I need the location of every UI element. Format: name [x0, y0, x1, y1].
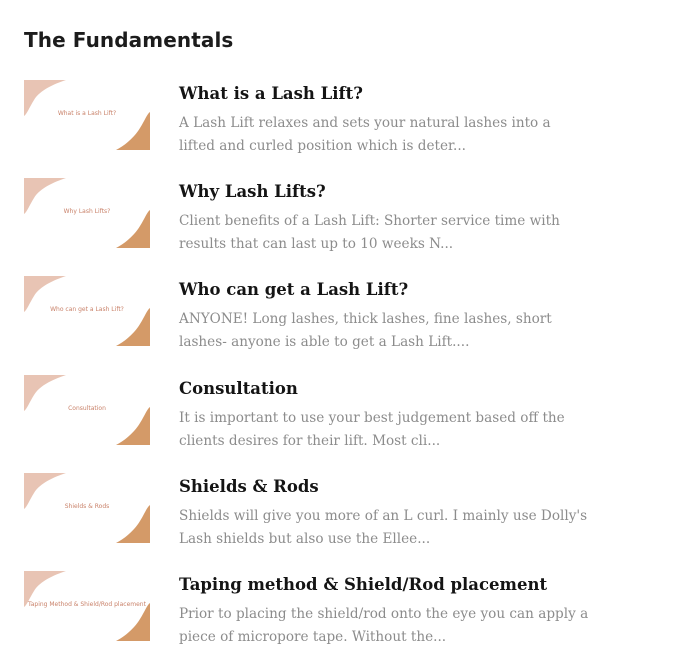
- lesson-thumbnail[interactable]: Consultation: [24, 375, 150, 445]
- section-title: The Fundamentals: [24, 28, 234, 52]
- lesson-item[interactable]: What is a Lash Lift? What is a Lash Lift…: [24, 80, 584, 154]
- lesson-excerpt: It is important to use your best judgeme…: [179, 410, 565, 449]
- lesson-thumbnail[interactable]: Shields & Rods: [24, 473, 150, 543]
- lesson-thumbnail[interactable]: Why Lash Lifts?: [24, 178, 150, 248]
- lesson-excerpt: Client benefits of a Lash Lift: Shorter …: [179, 213, 560, 252]
- lesson-title[interactable]: Taping method & Shield/Rod placement: [179, 575, 547, 594]
- lesson-title[interactable]: Who can get a Lash Lift?: [179, 280, 408, 299]
- lesson-excerpt: Prior to placing the shield/rod onto the…: [179, 606, 589, 645]
- thumbnail-caption: Why Lash Lifts?: [63, 208, 111, 215]
- lesson-item[interactable]: Taping Method & Shield/Rod placement Tap…: [24, 571, 588, 645]
- thumbnail-caption: Shields & Rods: [64, 503, 110, 510]
- lesson-thumbnail[interactable]: Who can get a Lash Lift?: [24, 276, 150, 346]
- lesson-item[interactable]: Shields & Rods Shields & Rods Shields wi…: [24, 473, 587, 547]
- lesson-title[interactable]: Consultation: [179, 379, 298, 398]
- lesson-thumbnail[interactable]: What is a Lash Lift?: [24, 80, 150, 150]
- lesson-item[interactable]: Consultation Consultation It is importan…: [24, 375, 584, 449]
- lesson-item[interactable]: Why Lash Lifts? Why Lash Lifts? Client b…: [24, 178, 584, 252]
- lesson-title[interactable]: Why Lash Lifts?: [179, 182, 326, 201]
- lesson-excerpt: ANYONE! Long lashes, thick lashes, fine …: [179, 311, 552, 350]
- lesson-excerpt: A Lash Lift relaxes and sets your natura…: [179, 115, 551, 154]
- lesson-item[interactable]: Who can get a Lash Lift? Who can get a L…: [24, 276, 584, 350]
- thumbnail-caption: Who can get a Lash Lift?: [50, 306, 124, 313]
- thumbnail-caption: Consultation: [68, 405, 106, 412]
- thumbnail-caption: Taping Method & Shield/Rod placement: [28, 601, 146, 608]
- lesson-title[interactable]: What is a Lash Lift?: [179, 84, 363, 103]
- thumbnail-caption: What is a Lash Lift?: [57, 110, 117, 117]
- lesson-thumbnail[interactable]: Taping Method & Shield/Rod placement: [24, 571, 150, 641]
- lesson-title[interactable]: Shields & Rods: [179, 477, 319, 496]
- lesson-excerpt: Shields will give you more of an L curl.…: [179, 508, 588, 547]
